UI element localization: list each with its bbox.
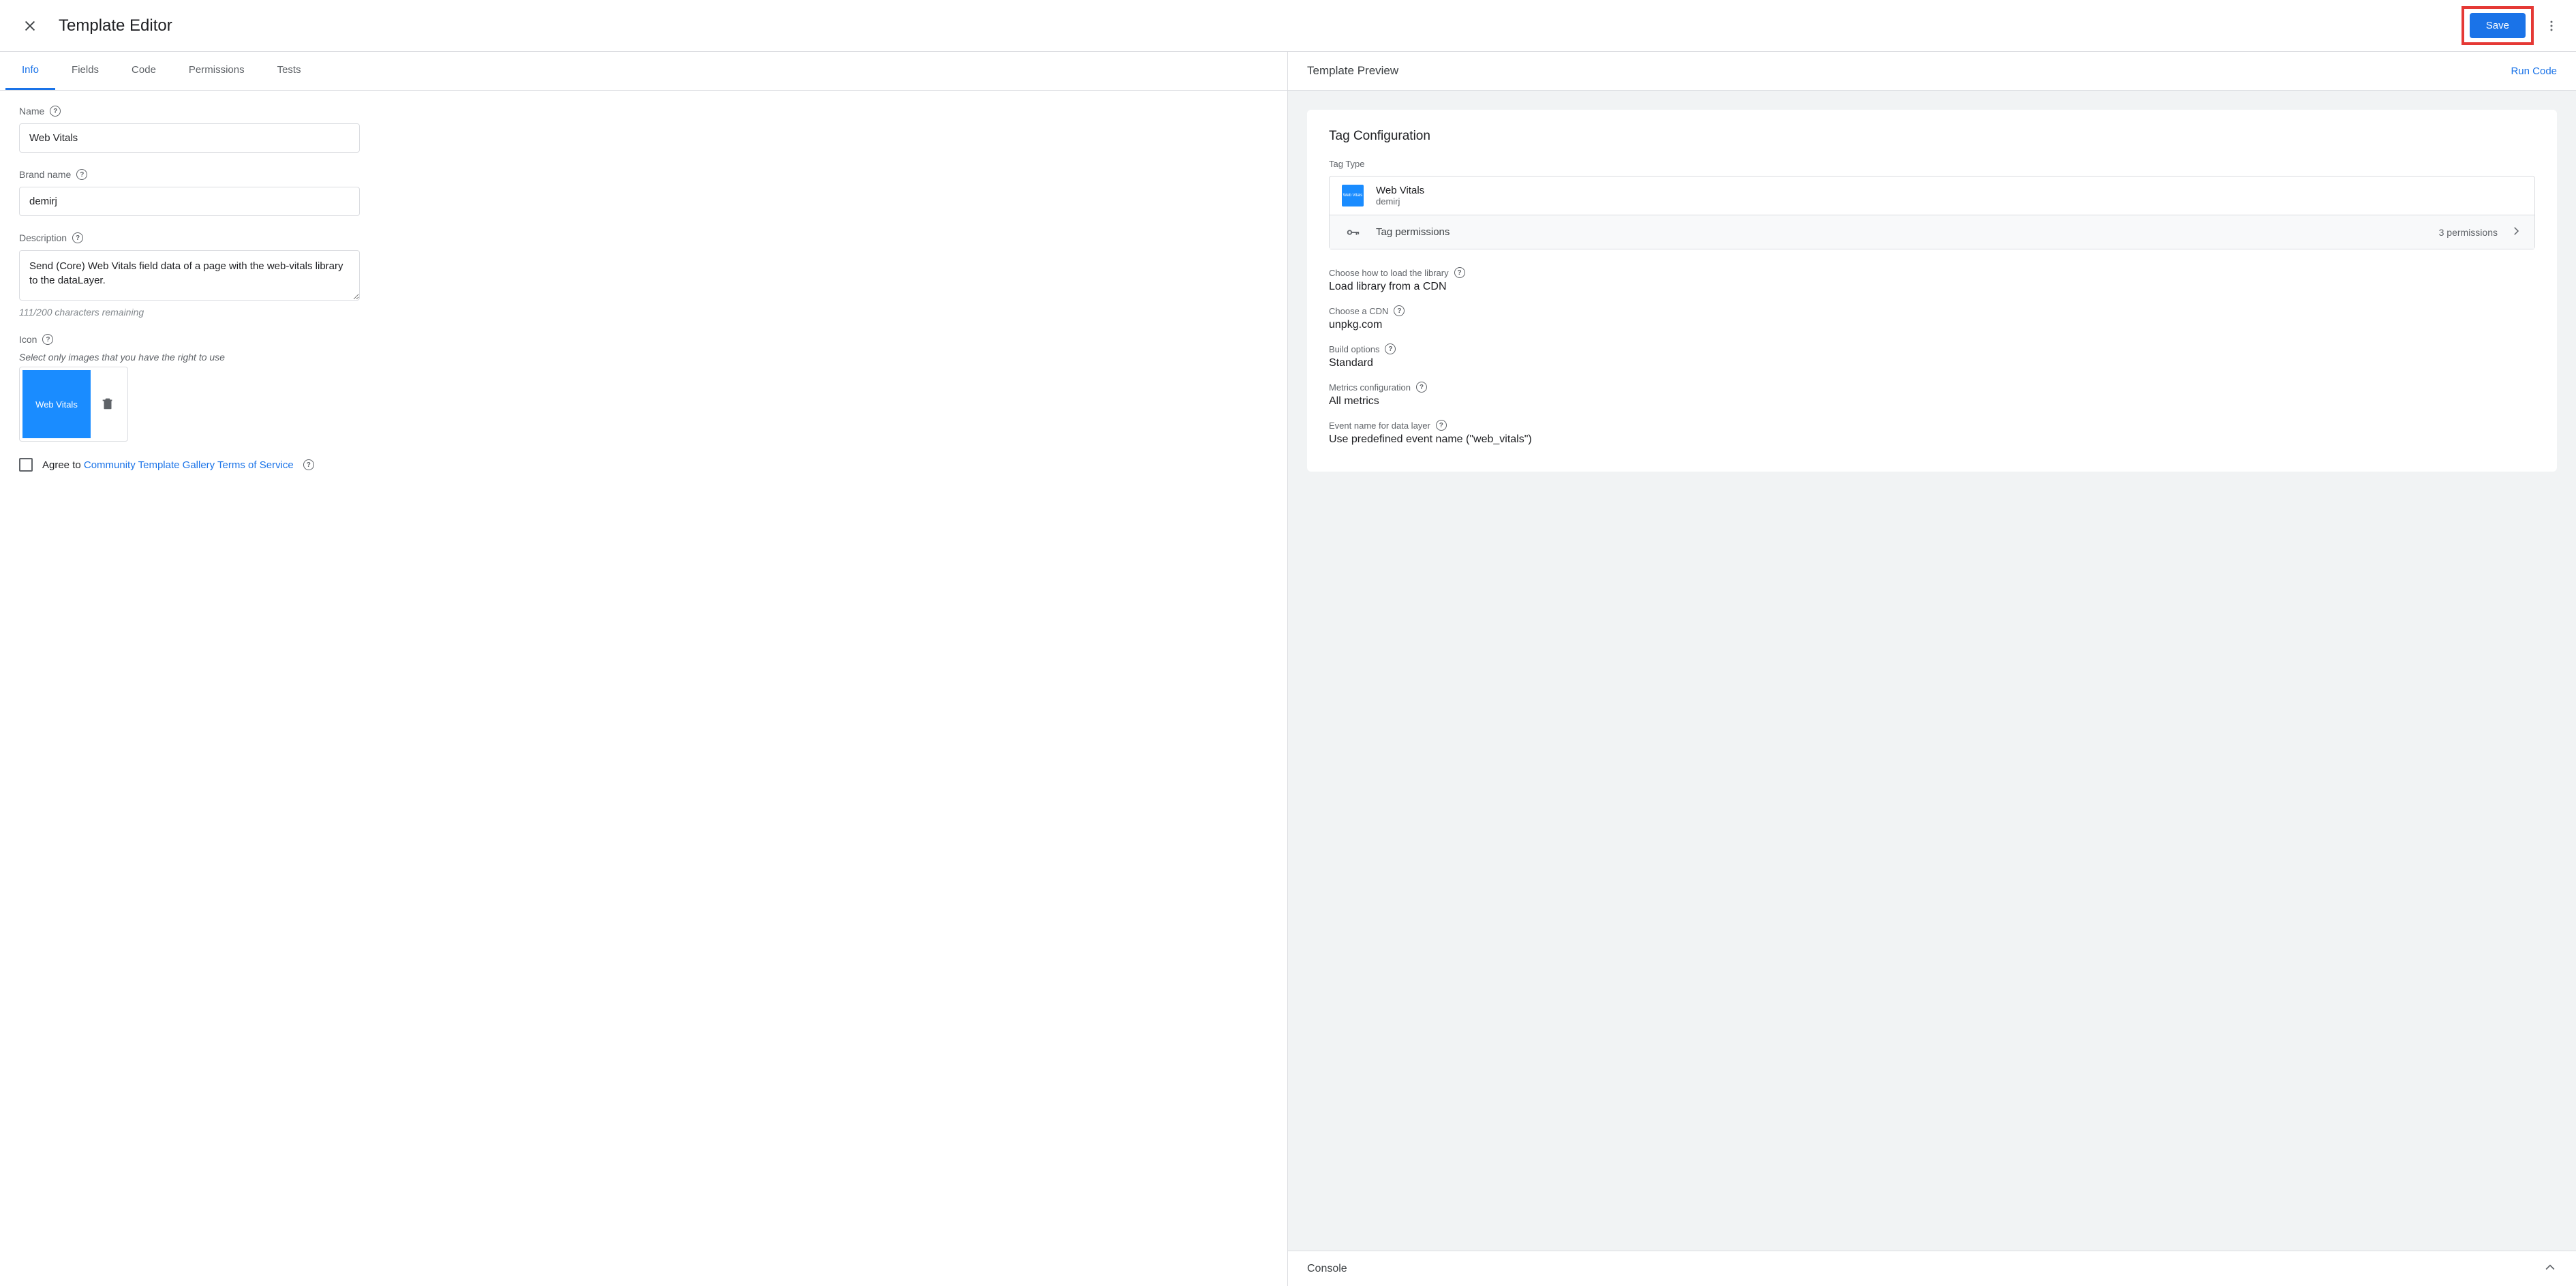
name-field[interactable]: [19, 123, 360, 153]
run-code-button[interactable]: Run Code: [2511, 65, 2557, 77]
help-icon[interactable]: ?: [72, 232, 83, 243]
tab-permissions[interactable]: Permissions: [172, 52, 261, 90]
tag-name: Web Vitals: [1376, 185, 1424, 196]
delete-icon[interactable]: [100, 396, 115, 413]
console-title: Console: [1307, 1263, 1347, 1275]
name-label: Name: [19, 106, 44, 117]
preview-title: Template Preview: [1307, 64, 1398, 78]
config-setting-value: Load library from a CDN: [1329, 281, 2535, 293]
help-icon[interactable]: ?: [1385, 343, 1396, 354]
preview-header: Template Preview Run Code: [1288, 52, 2576, 91]
config-setting: Metrics configuration? All metrics: [1329, 382, 2535, 408]
key-icon: [1342, 226, 1364, 239]
config-setting-value: unpkg.com: [1329, 319, 2535, 331]
help-icon[interactable]: ?: [50, 106, 61, 117]
info-panel: Name ? Brand name ? Description ? 111/20: [0, 91, 1287, 1286]
config-setting-value: All metrics: [1329, 395, 2535, 408]
chevron-up-icon: [2543, 1261, 2557, 1276]
editor-tabs: InfoFieldsCodePermissionsTests: [0, 52, 1287, 91]
tag-type-label: Tag Type: [1329, 159, 2535, 169]
help-icon[interactable]: ?: [1436, 420, 1447, 431]
tab-fields[interactable]: Fields: [55, 52, 115, 90]
tab-info[interactable]: Info: [5, 52, 55, 90]
tag-brand: demirj: [1376, 196, 1424, 206]
help-icon[interactable]: ?: [42, 334, 53, 345]
tag-thumbnail-icon: Web Vitals: [1342, 185, 1364, 206]
config-setting-label: Event name for data layer: [1329, 420, 1430, 431]
tag-permissions-label: Tag permissions: [1376, 226, 1450, 238]
config-setting-label: Choose how to load the library: [1329, 268, 1449, 278]
more-menu-icon[interactable]: [2538, 12, 2565, 40]
agree-prefix: Agree to: [42, 459, 84, 471]
tag-permissions-count: 3 permissions: [2439, 227, 2498, 238]
help-icon[interactable]: ?: [76, 169, 87, 180]
brand-name-label: Brand name: [19, 169, 71, 180]
save-highlight-box: Save: [2462, 6, 2534, 45]
tos-link[interactable]: Community Template Gallery Terms of Serv…: [84, 459, 294, 471]
tag-permissions-row[interactable]: Tag permissions 3 permissions: [1330, 215, 2534, 249]
help-icon[interactable]: ?: [1416, 382, 1427, 393]
brand-name-field[interactable]: [19, 187, 360, 216]
config-setting-label: Build options: [1329, 344, 1379, 354]
config-setting: Choose a CDN? unpkg.com: [1329, 305, 2535, 331]
config-setting: Build options? Standard: [1329, 343, 2535, 369]
config-setting-value: Use predefined event name ("web_vitals"): [1329, 433, 2535, 446]
icon-label: Icon: [19, 334, 37, 345]
tab-tests[interactable]: Tests: [261, 52, 318, 90]
save-button[interactable]: Save: [2470, 13, 2526, 38]
config-setting: Event name for data layer? Use predefined…: [1329, 420, 2535, 446]
description-field[interactable]: [19, 250, 360, 301]
console-panel-toggle[interactable]: Console: [1288, 1251, 2576, 1286]
page-title: Template Editor: [59, 16, 172, 35]
help-icon[interactable]: ?: [303, 459, 314, 470]
close-icon[interactable]: [16, 12, 44, 40]
config-setting-label: Metrics configuration: [1329, 382, 1411, 393]
icon-usage-hint: Select only images that you have the rig…: [19, 352, 1268, 363]
chevron-right-icon: [2510, 225, 2522, 239]
icon-upload-box: Web Vitals: [19, 367, 128, 442]
description-label: Description: [19, 232, 67, 243]
icon-thumbnail: Web Vitals: [22, 370, 91, 438]
tag-type-row: Web Vitals Web Vitals demirj: [1330, 177, 2534, 215]
config-setting-value: Standard: [1329, 357, 2535, 369]
topbar: Template Editor Save: [0, 0, 2576, 52]
description-char-count: 111/200 characters remaining: [19, 307, 1268, 318]
help-icon[interactable]: ?: [1394, 305, 1405, 316]
preview-body: Tag Configuration Tag Type Web Vitals We…: [1288, 91, 2576, 1251]
tab-code[interactable]: Code: [115, 52, 172, 90]
help-icon[interactable]: ?: [1454, 267, 1465, 278]
tag-config-card: Tag Configuration Tag Type Web Vitals We…: [1307, 110, 2557, 472]
tag-config-heading: Tag Configuration: [1329, 129, 2535, 144]
agree-checkbox[interactable]: [19, 458, 33, 472]
config-setting-label: Choose a CDN: [1329, 306, 1388, 316]
config-setting: Choose how to load the library? Load libr…: [1329, 267, 2535, 293]
